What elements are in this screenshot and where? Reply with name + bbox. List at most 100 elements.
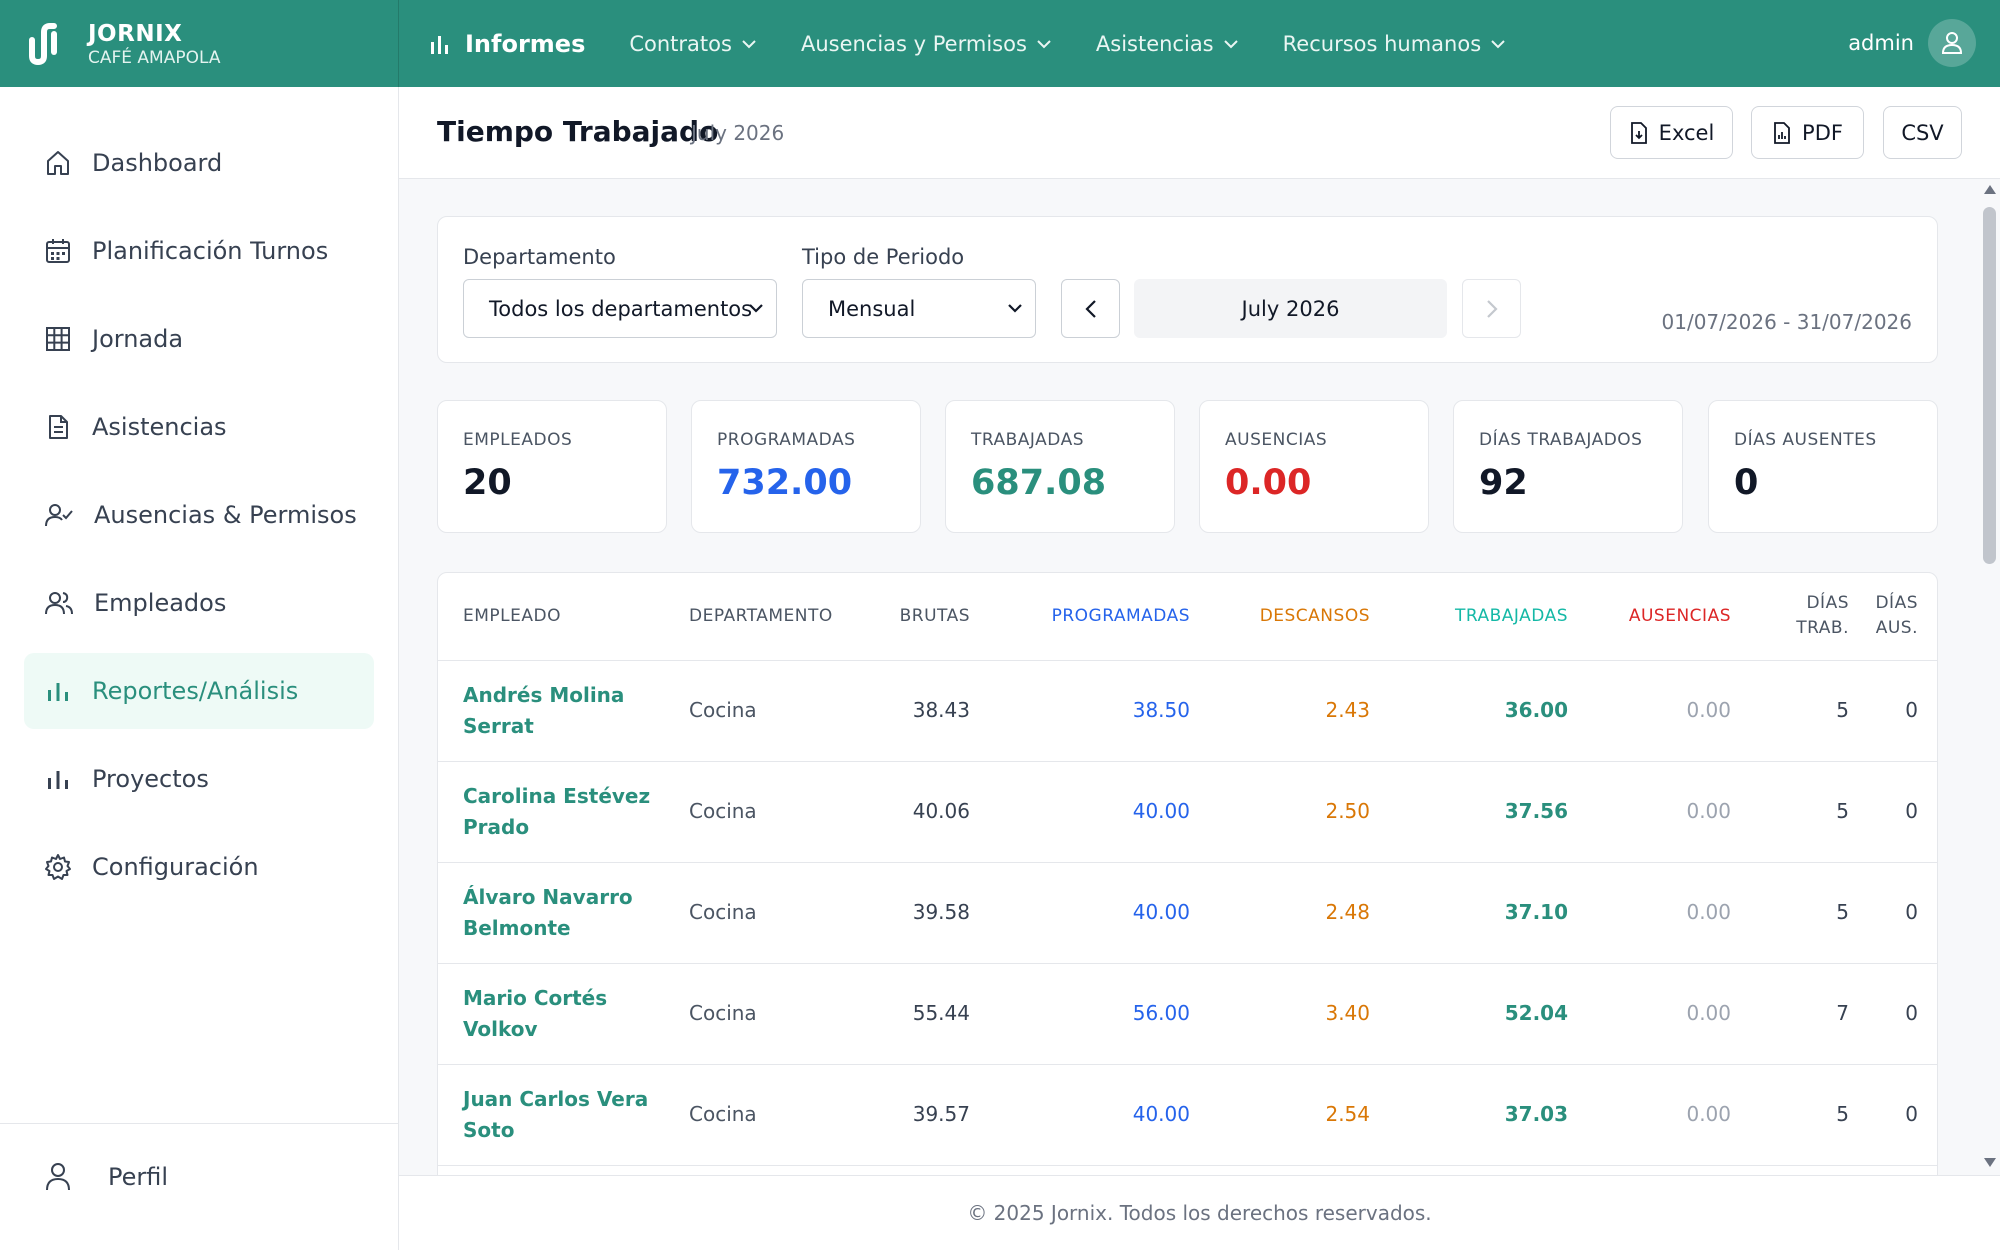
- cell-programadas: 40.00: [1132, 1102, 1190, 1126]
- next-period-button[interactable]: [1462, 279, 1521, 338]
- date-range: 01/07/2026 - 31/07/2026: [1661, 310, 1912, 334]
- col-header-dias-aus-line2: AUS.: [1875, 618, 1918, 638]
- export-excel-button[interactable]: Excel: [1610, 106, 1733, 159]
- period-type-select-value: Mensual: [828, 296, 916, 321]
- stat-value: 732.00: [717, 463, 853, 503]
- cell-programadas: 40.00: [1132, 799, 1190, 823]
- user-check-icon: [45, 504, 73, 527]
- cell-departamento: Cocina: [689, 1102, 757, 1126]
- cell-programadas: 40.00: [1132, 900, 1190, 924]
- nav-informes[interactable]: Informes: [429, 30, 585, 58]
- bar-chart-icon: [48, 683, 68, 701]
- sidebar-item-label: Configuración: [92, 853, 259, 881]
- employee-name-link[interactable]: Mario Cortés Volkov: [463, 983, 653, 1045]
- cell-dias-aus: 0: [1905, 900, 1918, 924]
- employee-name-link[interactable]: Carolina Estévez Prado: [463, 781, 653, 843]
- col-header-dias-aus[interactable]: DÍAS AUS.: [1848, 591, 1918, 641]
- chevron-down-icon: [742, 39, 756, 48]
- gear-icon: [45, 854, 71, 880]
- sidebar-item-label: Reportes/Análisis: [92, 677, 299, 705]
- cell-brutas: 39.57: [912, 1102, 970, 1126]
- filters-panel: Departamento Todos los departamentos Tip…: [437, 216, 1938, 363]
- col-header-empleado[interactable]: EMPLEADO: [463, 604, 561, 629]
- stat-label: AUSENCIAS: [1225, 430, 1328, 450]
- sidebar-item-label: Dashboard: [92, 149, 223, 177]
- current-period-display: July 2026: [1134, 279, 1447, 338]
- profile-label: Perfil: [108, 1163, 169, 1191]
- col-header-brutas[interactable]: BRUTAS: [850, 604, 970, 629]
- sidebar: Dashboard Planificación Turnos Jornada A…: [0, 87, 399, 1250]
- brand-subtitle: CAFÉ AMAPOLA: [88, 47, 221, 68]
- scroll-down-arrow-icon[interactable]: [1984, 1158, 1996, 1167]
- cell-programadas: 38.50: [1132, 698, 1190, 722]
- sidebar-item-reportes[interactable]: Reportes/Análisis: [24, 653, 374, 729]
- stat-card-programadas: PROGRAMADAS 732.00: [691, 400, 921, 533]
- col-header-programadas[interactable]: PROGRAMADAS: [990, 604, 1190, 629]
- sidebar-item-perfil[interactable]: Perfil: [44, 1162, 168, 1192]
- cell-brutas: 55.44: [912, 1001, 970, 1025]
- stat-value: 687.08: [971, 463, 1107, 503]
- nav-recursos-humanos[interactable]: Recursos humanos: [1283, 32, 1507, 56]
- nav-ausencias-permisos[interactable]: Ausencias y Permisos: [801, 32, 1052, 56]
- col-header-dias-trab[interactable]: DÍAS TRAB.: [1758, 591, 1849, 641]
- cell-ausencias: 0.00: [1686, 1001, 1731, 1025]
- chevron-down-icon: [1037, 39, 1051, 48]
- content-scrollbar[interactable]: [1980, 179, 2000, 1175]
- cell-brutas: 38.43: [912, 698, 970, 722]
- cell-departamento: Cocina: [689, 900, 757, 924]
- sidebar-item-planificacion[interactable]: Planificación Turnos: [24, 213, 374, 289]
- period-type-select[interactable]: Mensual: [802, 279, 1036, 338]
- stat-label: EMPLEADOS: [463, 430, 573, 450]
- employee-name-link[interactable]: Andrés Molina Serrat: [463, 680, 653, 742]
- cell-dias-aus: 0: [1905, 799, 1918, 823]
- grid-icon: [46, 327, 70, 351]
- sidebar-item-asistencias[interactable]: Asistencias: [24, 389, 374, 465]
- nav-ausencias-label: Ausencias y Permisos: [800, 31, 1027, 56]
- department-select[interactable]: Todos los departamentos: [463, 279, 777, 338]
- cell-brutas: 40.06: [912, 799, 970, 823]
- nav-asistencias[interactable]: Asistencias: [1096, 32, 1239, 56]
- sidebar-item-dashboard[interactable]: Dashboard: [24, 125, 374, 201]
- employee-name-link[interactable]: Álvaro Navarro Belmonte: [463, 882, 653, 944]
- sidebar-item-jornada[interactable]: Jornada: [24, 301, 374, 377]
- col-header-dias-trab-line2: TRAB.: [1796, 618, 1849, 638]
- user-icon: [46, 1163, 70, 1191]
- sidebar-item-empleados[interactable]: Empleados: [24, 565, 374, 641]
- page-footer: © 2025 Jornix. Todos los derechos reserv…: [399, 1175, 2000, 1250]
- cell-descansos: 3.40: [1325, 1001, 1370, 1025]
- previous-period-button[interactable]: [1061, 279, 1120, 338]
- scroll-up-arrow-icon[interactable]: [1984, 185, 1996, 194]
- cell-trabajadas: 37.10: [1504, 900, 1568, 924]
- stat-card-dias-trabajados: DÍAS TRABAJADOS 92: [1453, 400, 1683, 533]
- sidebar-item-label: Asistencias: [92, 413, 227, 441]
- sidebar-item-configuracion[interactable]: Configuración: [24, 829, 374, 905]
- col-header-descansos[interactable]: DESCANSOS: [1210, 604, 1370, 629]
- scroll-thumb[interactable]: [1983, 207, 1996, 564]
- col-header-ausencias[interactable]: AUSENCIAS: [1578, 604, 1731, 629]
- cell-programadas: 56.00: [1132, 1001, 1190, 1025]
- sidebar-item-ausencias[interactable]: Ausencias & Permisos: [24, 477, 374, 553]
- sidebar-item-proyectos[interactable]: Proyectos: [24, 741, 374, 817]
- sidebar-item-label: Ausencias & Permisos: [94, 501, 357, 529]
- sidebar-item-label: Proyectos: [92, 765, 209, 793]
- user-menu[interactable]: admin: [1848, 19, 1976, 67]
- stat-label: PROGRAMADAS: [717, 430, 856, 450]
- nav-informes-label: Informes: [465, 29, 586, 58]
- cell-descansos: 2.50: [1325, 799, 1370, 823]
- employee-name-link[interactable]: Juan Carlos Vera Soto: [463, 1084, 653, 1146]
- department-select-value: Todos los departamentos: [489, 296, 753, 321]
- nav-contratos[interactable]: Contratos: [629, 32, 757, 56]
- cell-dias-trab: 5: [1836, 799, 1849, 823]
- page-period: July 2026: [691, 121, 785, 145]
- cell-ausencias: 0.00: [1686, 1102, 1731, 1126]
- brand[interactable]: JORNIX CAFÉ AMAPOLA: [0, 0, 399, 87]
- cell-departamento: Cocina: [689, 698, 757, 722]
- stat-value: 0: [1734, 463, 1759, 503]
- col-header-departamento[interactable]: DEPARTAMENTO: [689, 604, 833, 629]
- bar-chart-icon: [48, 771, 68, 789]
- nav-rrhh-label: Recursos humanos: [1282, 31, 1482, 56]
- home-icon: [47, 151, 69, 175]
- export-csv-button[interactable]: CSV: [1883, 106, 1962, 159]
- export-pdf-button[interactable]: PDF: [1751, 106, 1864, 159]
- col-header-trabajadas[interactable]: TRABAJADAS: [1388, 604, 1568, 629]
